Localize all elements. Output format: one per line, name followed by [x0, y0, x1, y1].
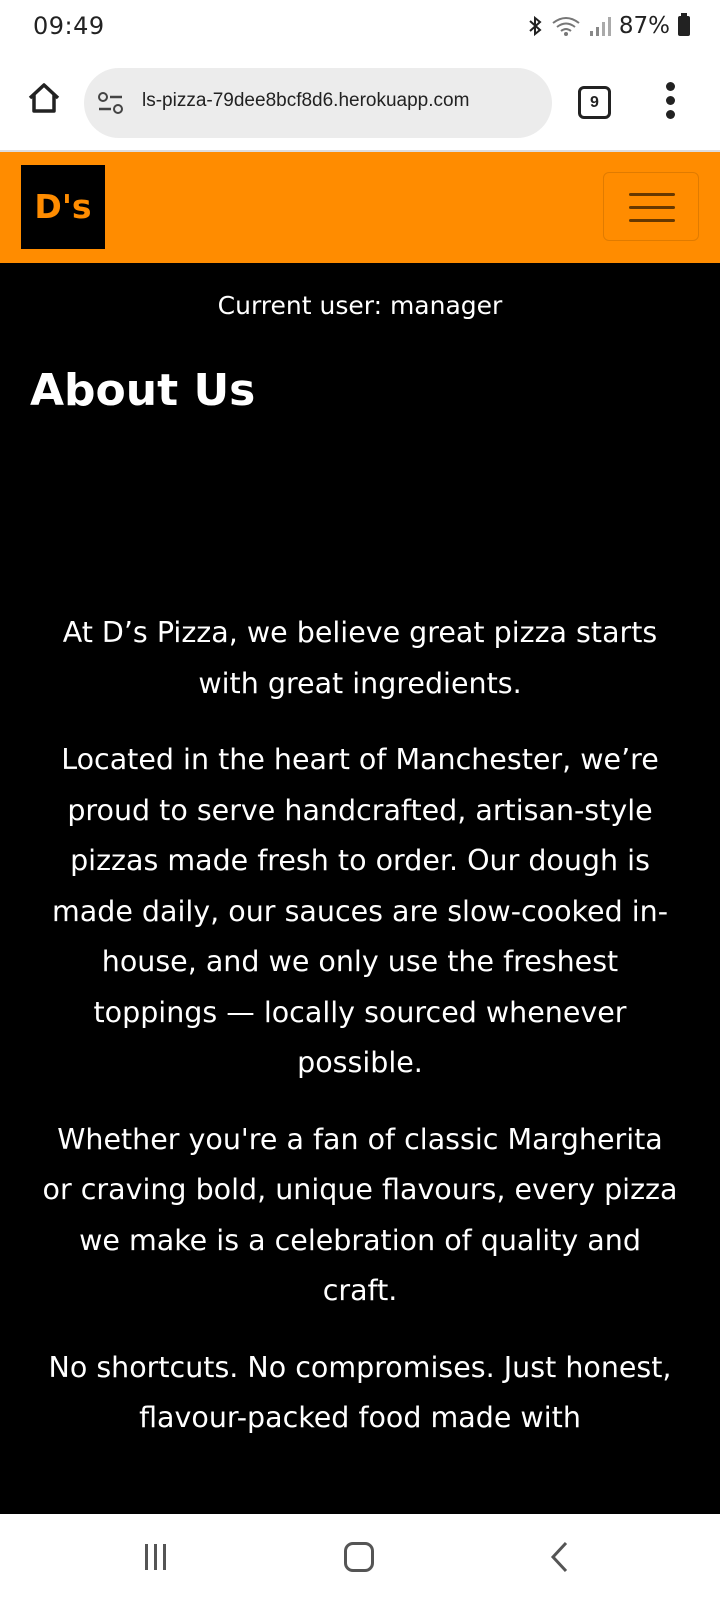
site-navbar: D's — [0, 152, 720, 263]
browser-toolbar: ls-pizza-79dee8bcf8d6.herokuapp.com 9 — [0, 56, 720, 152]
about-paragraph: No shortcuts. No compromises. Just hones… — [48, 1350, 672, 1435]
back-icon[interactable] — [548, 1540, 572, 1574]
home-icon[interactable] — [24, 78, 64, 118]
battery-icon — [678, 13, 690, 36]
about-paragraph: Whether you're a fan of classic Margheri… — [42, 1122, 678, 1308]
home-button-icon[interactable] — [344, 1542, 374, 1572]
system-navigation-bar — [0, 1514, 720, 1600]
bluetooth-icon — [529, 15, 542, 37]
about-paragraph: Located in the heart of Manchester, we’r… — [52, 743, 668, 1079]
status-time: 09:49 — [33, 12, 105, 40]
tab-switcher-button[interactable]: 9 — [578, 86, 611, 119]
site-logo[interactable]: D's — [21, 165, 105, 249]
site-settings-icon[interactable] — [96, 90, 126, 116]
wifi-icon — [552, 17, 580, 36]
status-bar: 09:49 87% — [0, 0, 720, 56]
status-icons: 87% — [527, 13, 690, 39]
hamburger-icon — [629, 193, 675, 196]
address-bar[interactable]: ls-pizza-79dee8bcf8d6.herokuapp.com — [84, 68, 552, 138]
more-options-icon[interactable] — [664, 82, 676, 124]
about-paragraph: At D’s Pizza, we believe great pizza sta… — [62, 616, 658, 700]
url-text[interactable]: ls-pizza-79dee8bcf8d6.herokuapp.com — [142, 90, 542, 112]
current-user-label: Current user: manager — [217, 291, 503, 320]
page-title: About Us — [30, 365, 256, 416]
about-text: At D’s Pizza, we believe great pizza sta… — [40, 608, 680, 1470]
main-content: Current user: manager About Us At D’s Pi… — [0, 263, 720, 1514]
menu-toggle-button[interactable] — [603, 172, 699, 241]
signal-icon — [589, 17, 611, 36]
battery-percent: 87% — [618, 13, 670, 39]
recents-icon[interactable] — [145, 1544, 167, 1570]
